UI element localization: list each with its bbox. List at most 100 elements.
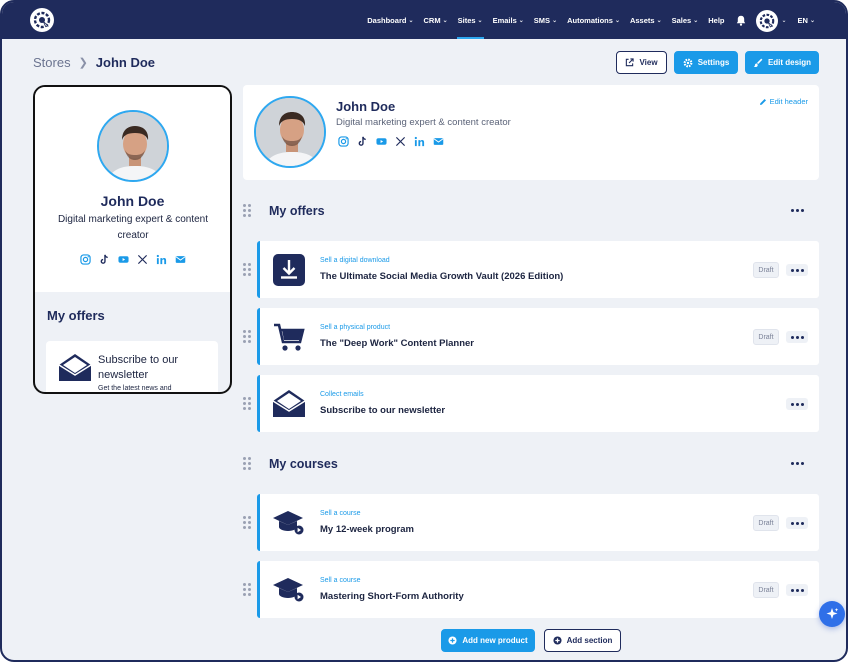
- nav-item-dashboard[interactable]: Dashboard ⌄: [362, 2, 418, 39]
- item-type: Sell a course: [320, 577, 361, 584]
- plus-circle-icon: [553, 636, 562, 645]
- item-menu-icon[interactable]: [786, 584, 808, 596]
- status-badge: Draft: [753, 329, 779, 345]
- profile-name: John Doe: [100, 193, 165, 209]
- section-menu-icon[interactable]: [787, 458, 807, 468]
- item-drag-handle-icon[interactable]: [243, 516, 251, 529]
- x-icon[interactable]: [137, 254, 148, 265]
- top-navbar: Dashboard ⌄ CRM ⌄ Sites ⌄ Emails ⌄ SMS ⌄ Auto…: [2, 2, 846, 39]
- account-avatar-icon[interactable]: [755, 9, 778, 32]
- notification-bell-icon[interactable]: [730, 2, 752, 39]
- nav-item-emails[interactable]: Emails ⌄: [488, 2, 529, 39]
- item-menu-icon[interactable]: [786, 398, 808, 410]
- section-title: My offers: [269, 204, 325, 218]
- chevron-down-icon: ⌄: [518, 18, 524, 24]
- list-item[interactable]: Collect emails Subscribe to our newslett…: [257, 375, 819, 432]
- chevron-down-icon[interactable]: ⌄: [782, 17, 787, 24]
- item-menu-icon[interactable]: [786, 331, 808, 343]
- tiktok-icon[interactable]: [357, 136, 368, 147]
- item-title: The Ultimate Social Media Growth Vault (…: [320, 271, 564, 282]
- chevron-down-icon: ⌄: [477, 18, 483, 24]
- item-type: Collect emails: [320, 391, 364, 398]
- linkedin-icon[interactable]: [414, 136, 425, 147]
- add-section-button[interactable]: Add section: [544, 629, 621, 652]
- status-badge: Draft: [753, 582, 779, 598]
- avatar: [97, 110, 169, 182]
- nav-item-assets[interactable]: Assets ⌄: [625, 2, 667, 39]
- nav-item-sms[interactable]: SMS ⌄: [529, 2, 562, 39]
- header-profile-name: John Doe: [336, 99, 396, 114]
- section-title: My courses: [269, 457, 338, 471]
- chevron-down-icon: ⌄: [809, 18, 815, 24]
- list-item[interactable]: Sell a physical product The "Deep Work" …: [257, 308, 819, 365]
- avatar: [254, 96, 326, 168]
- item-menu-icon[interactable]: [786, 517, 808, 529]
- chevron-down-icon: ⌄: [442, 18, 448, 24]
- item-title: The "Deep Work" Content Planner: [320, 338, 474, 349]
- preview-profile: John Doe Digital marketing expert & cont…: [35, 87, 230, 292]
- item-type: Sell a digital download: [320, 257, 390, 264]
- section-menu-icon[interactable]: [787, 205, 807, 215]
- ai-assistant-sparkle-icon[interactable]: [819, 601, 845, 627]
- add-new-product-button[interactable]: Add new product: [441, 629, 535, 652]
- item-type: Sell a course: [320, 510, 361, 517]
- brand-logo-icon[interactable]: [30, 8, 54, 32]
- item-drag-handle-icon[interactable]: [243, 263, 251, 276]
- preview-section-title: My offers: [47, 308, 105, 323]
- nav-item-sales[interactable]: Sales ⌄: [667, 2, 704, 39]
- list-item[interactable]: Sell a course Mastering Short-Form Autho…: [257, 561, 819, 618]
- external-link-icon: [626, 58, 635, 67]
- instagram-icon[interactable]: [79, 254, 91, 265]
- item-drag-handle-icon[interactable]: [243, 330, 251, 343]
- graduation-cap-icon: [272, 573, 306, 607]
- gear-icon: [683, 58, 693, 67]
- x-icon[interactable]: [395, 136, 406, 147]
- list-item[interactable]: Sell a course My 12-week program Draft: [257, 494, 819, 551]
- mail-icon[interactable]: [175, 254, 186, 265]
- language-selector[interactable]: EN ⌄: [793, 2, 820, 39]
- breadcrumb-link-stores[interactable]: Stores: [33, 55, 71, 70]
- nav-item-crm[interactable]: CRM ⌄: [418, 2, 452, 39]
- item-drag-handle-icon[interactable]: [243, 397, 251, 410]
- status-badge: Draft: [753, 515, 779, 531]
- envelope-icon: [272, 387, 306, 421]
- nav-item-sites[interactable]: Sites ⌄: [453, 2, 488, 39]
- item-title: Subscribe to our newsletter: [320, 405, 446, 416]
- view-button[interactable]: View: [616, 51, 667, 74]
- status-badge: Draft: [753, 262, 779, 278]
- item-menu-icon[interactable]: [786, 264, 808, 276]
- item-drag-handle-icon[interactable]: [243, 583, 251, 596]
- plus-circle-icon: [448, 636, 457, 645]
- instagram-icon[interactable]: [338, 136, 349, 147]
- chevron-down-icon: ⌄: [408, 18, 414, 24]
- header-profile-bio: Digital marketing expert & content creat…: [336, 117, 511, 128]
- settings-button[interactable]: Settings: [674, 51, 738, 74]
- linkedin-icon[interactable]: [156, 254, 167, 265]
- youtube-icon[interactable]: [376, 136, 387, 147]
- item-type: Sell a physical product: [320, 324, 391, 331]
- youtube-icon[interactable]: [117, 254, 129, 265]
- chevron-down-icon: ⌄: [552, 18, 558, 24]
- section-drag-handle-icon[interactable]: [243, 204, 251, 217]
- mail-icon[interactable]: [433, 136, 444, 147]
- store-header-card: John Doe Digital marketing expert & cont…: [243, 85, 819, 180]
- paint-brush-icon: [753, 58, 763, 67]
- section-drag-handle-icon[interactable]: [243, 457, 251, 470]
- nav-item-help[interactable]: Help: [703, 2, 729, 39]
- chevron-down-icon: ⌄: [656, 18, 662, 24]
- edit-header-link[interactable]: Edit header: [759, 97, 808, 106]
- nav-item-automations[interactable]: Automations ⌄: [562, 2, 625, 39]
- preview-offer-description: Get the latest news and: [98, 385, 172, 392]
- tiktok-icon[interactable]: [99, 254, 110, 265]
- store-preview: John Doe Digital marketing expert & cont…: [33, 85, 232, 394]
- edit-design-button[interactable]: Edit design: [745, 51, 819, 74]
- pencil-icon: [759, 98, 766, 105]
- social-links: [35, 254, 230, 265]
- envelope-icon: [58, 353, 92, 383]
- preview-offer-card[interactable]: Subscribe to our newsletter Get the late…: [46, 341, 218, 392]
- list-item[interactable]: Sell a digital download The Ultimate Soc…: [257, 241, 819, 298]
- chevron-down-icon: ⌄: [614, 18, 620, 24]
- chevron-right-icon: ❯: [78, 57, 88, 69]
- breadcrumb: Stores ❯ John Doe: [33, 55, 155, 70]
- download-icon: [272, 253, 306, 287]
